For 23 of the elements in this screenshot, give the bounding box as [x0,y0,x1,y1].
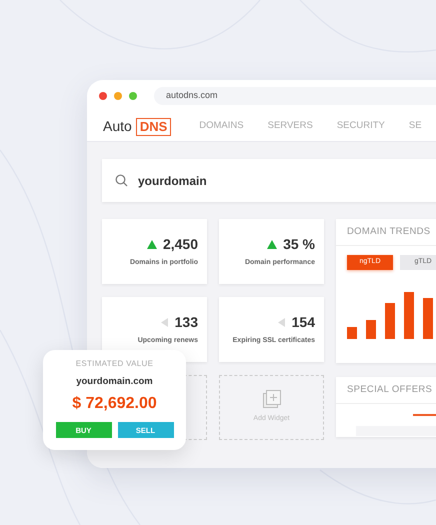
panel-title: SPECIAL OFFERS [347,382,432,397]
logo-badge: DNS [136,118,172,136]
search-icon [115,174,128,187]
nav-link[interactable]: SE [408,119,422,134]
panel-title: DOMAIN TRENDS [347,224,430,239]
left-triangle-icon [276,318,286,328]
card-title: ESTIMATED VALUE [76,358,154,370]
left-triangle-icon [158,318,169,328]
nav-link[interactable]: DOMAINS [199,119,244,134]
stat-value: 154 [292,313,315,332]
search-field[interactable]: yourdomain [102,159,436,202]
nav-link[interactable]: SECURITY [336,119,385,134]
address-bar[interactable]: autodns.com [154,87,436,105]
stat-value: 35 % [283,235,315,254]
up-triangle-icon [146,240,157,250]
domain-name: yourdomain.com [76,375,153,389]
price-value: $ 72,692.00 [72,394,157,414]
up-triangle-icon [267,240,278,250]
stat-value: 133 [174,313,198,332]
nav-link[interactable]: SERVERS [268,119,313,134]
add-icon [262,390,280,408]
stat-value: 2,450 [162,235,198,254]
logo-text: Auto [103,117,132,136]
